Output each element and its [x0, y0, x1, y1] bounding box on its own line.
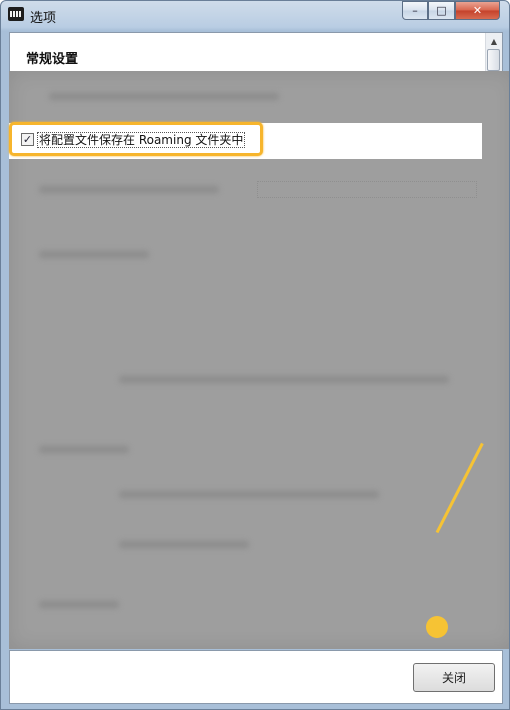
blurred-text [119, 491, 379, 498]
focus-outline [257, 181, 477, 198]
close-button[interactable]: 关闭 [413, 663, 495, 692]
blurred-text [49, 93, 279, 100]
roaming-checkbox-label[interactable]: 将配置文件保存在 Roaming 文件夹中 [37, 132, 246, 148]
scroll-up-icon[interactable]: ▲ [486, 33, 502, 49]
minimize-button[interactable]: – [402, 1, 428, 20]
close-window-button[interactable]: ✕ [455, 1, 500, 20]
blurred-text [39, 601, 119, 608]
window-title: 选项 [30, 11, 57, 26]
options-window: 选项 – □ ✕ 常规设置 ▲ ✓ 将配置文件保存在 Roaming 文件夹中 … [0, 0, 510, 710]
scroll-thumb[interactable] [487, 49, 500, 71]
blurred-text [39, 251, 149, 258]
blurred-text [119, 541, 249, 548]
blurred-text [39, 186, 219, 193]
dialog-footer: 关闭 [9, 650, 503, 704]
roaming-option-highlight: ✓ 将配置文件保存在 Roaming 文件夹中 [9, 122, 263, 156]
title-bar[interactable]: 选项 – □ ✕ [1, 1, 509, 31]
app-icon [8, 7, 24, 21]
maximize-button[interactable]: □ [428, 1, 455, 20]
blurred-text [119, 376, 449, 383]
roaming-checkbox[interactable]: ✓ [21, 133, 34, 146]
section-title: 常规设置 [26, 52, 79, 67]
annotation-pointer-dot [426, 616, 448, 638]
blurred-settings-overlay [9, 71, 509, 649]
blurred-text [39, 446, 129, 453]
